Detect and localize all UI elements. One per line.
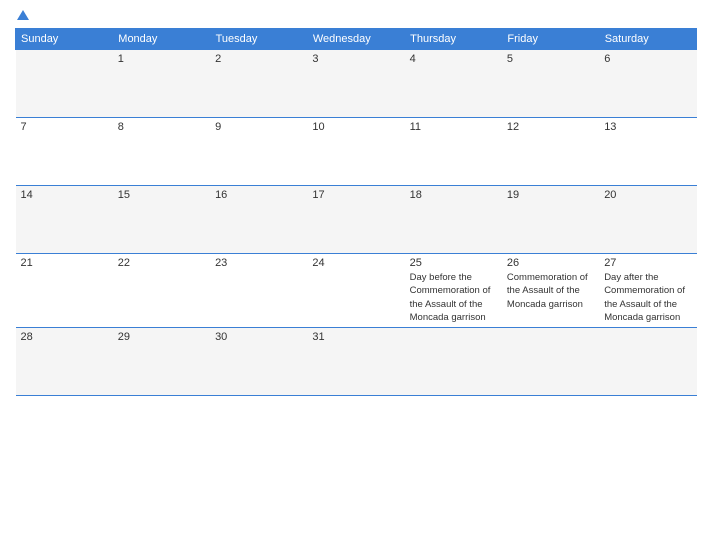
day-number: 26	[507, 257, 594, 269]
logo	[15, 10, 29, 20]
day-number: 15	[118, 189, 205, 201]
day-number: 20	[604, 189, 691, 201]
calendar-cell: 14	[16, 186, 113, 254]
calendar-week-row: 14 15 16 17 18 19 20	[16, 186, 697, 254]
calendar-cell: 7	[16, 118, 113, 186]
day-number: 11	[410, 121, 497, 133]
calendar-cell: 3	[307, 50, 404, 118]
day-number: 21	[21, 257, 108, 269]
day-number: 29	[118, 331, 205, 343]
day-number: 8	[118, 121, 205, 133]
weekday-header: Monday	[113, 29, 210, 50]
calendar-cell: 4	[405, 50, 502, 118]
calendar-cell: 25 Day before the Commemoration of the As…	[405, 254, 502, 328]
day-number: 14	[21, 189, 108, 201]
day-number: 3	[312, 53, 399, 65]
calendar-week-row: 21 22 23 24 25 Day before the Commemoration o…	[16, 254, 697, 328]
calendar-cell: 18	[405, 186, 502, 254]
calendar-cell: 29	[113, 328, 210, 396]
calendar-cell: 28	[16, 328, 113, 396]
calendar-week-row: 123456	[16, 50, 697, 118]
calendar-cell: 27 Day after the Commemoration of the Ass…	[599, 254, 696, 328]
calendar-cell: 9	[210, 118, 307, 186]
calendar-cell: 19	[502, 186, 599, 254]
day-number: 30	[215, 331, 302, 343]
day-number: 17	[312, 189, 399, 201]
day-number: 31	[312, 331, 399, 343]
day-number: 18	[410, 189, 497, 201]
calendar-cell: 6	[599, 50, 696, 118]
calendar-cell: 30	[210, 328, 307, 396]
calendar-cell: 16	[210, 186, 307, 254]
calendar-cell	[502, 328, 599, 396]
day-number: 5	[507, 53, 594, 65]
calendar-cell: 21	[16, 254, 113, 328]
calendar-cell: 2	[210, 50, 307, 118]
day-number: 19	[507, 189, 594, 201]
day-number: 6	[604, 53, 691, 65]
calendar-table: SundayMondayTuesdayWednesdayThursdayFrid…	[15, 28, 697, 396]
day-number: 9	[215, 121, 302, 133]
event-text: Day after the Commemoration of the Assau…	[604, 272, 685, 323]
weekday-header-row: SundayMondayTuesdayWednesdayThursdayFrid…	[16, 29, 697, 50]
weekday-header: Saturday	[599, 29, 696, 50]
calendar-cell: 22	[113, 254, 210, 328]
calendar-cell: 8	[113, 118, 210, 186]
calendar-cell	[405, 328, 502, 396]
day-number: 24	[312, 257, 399, 269]
day-number: 27	[604, 257, 691, 269]
weekday-header: Thursday	[405, 29, 502, 50]
event-text: Day before the Commemoration of the Assa…	[410, 272, 491, 323]
day-number: 23	[215, 257, 302, 269]
day-number: 7	[21, 121, 108, 133]
calendar-cell: 12	[502, 118, 599, 186]
header	[15, 10, 697, 20]
calendar-cell: 26 Commemoration of the Assault of the Mo…	[502, 254, 599, 328]
calendar-week-row: 28 29 30 31	[16, 328, 697, 396]
day-number: 16	[215, 189, 302, 201]
weekday-header: Tuesday	[210, 29, 307, 50]
calendar-cell: 11	[405, 118, 502, 186]
day-number: 4	[410, 53, 497, 65]
logo-triangle-icon	[17, 10, 29, 20]
day-number: 28	[21, 331, 108, 343]
calendar-cell: 1	[113, 50, 210, 118]
day-number: 25	[410, 257, 497, 269]
calendar-cell: 20	[599, 186, 696, 254]
calendar-cell: 5	[502, 50, 599, 118]
weekday-header: Friday	[502, 29, 599, 50]
calendar-cell: 31	[307, 328, 404, 396]
day-number: 10	[312, 121, 399, 133]
calendar-week-row: 789 10 11 12 13	[16, 118, 697, 186]
calendar-cell	[599, 328, 696, 396]
day-number: 1	[118, 53, 205, 65]
calendar-cell: 23	[210, 254, 307, 328]
calendar-page: SundayMondayTuesdayWednesdayThursdayFrid…	[0, 0, 712, 550]
day-number: 22	[118, 257, 205, 269]
day-number: 12	[507, 121, 594, 133]
calendar-cell	[16, 50, 113, 118]
event-text: Commemoration of the Assault of the Monc…	[507, 272, 588, 310]
weekday-header: Sunday	[16, 29, 113, 50]
calendar-cell: 15	[113, 186, 210, 254]
calendar-cell: 17	[307, 186, 404, 254]
day-number: 2	[215, 53, 302, 65]
day-number: 13	[604, 121, 691, 133]
weekday-header: Wednesday	[307, 29, 404, 50]
calendar-cell: 10	[307, 118, 404, 186]
calendar-cell: 24	[307, 254, 404, 328]
calendar-cell: 13	[599, 118, 696, 186]
